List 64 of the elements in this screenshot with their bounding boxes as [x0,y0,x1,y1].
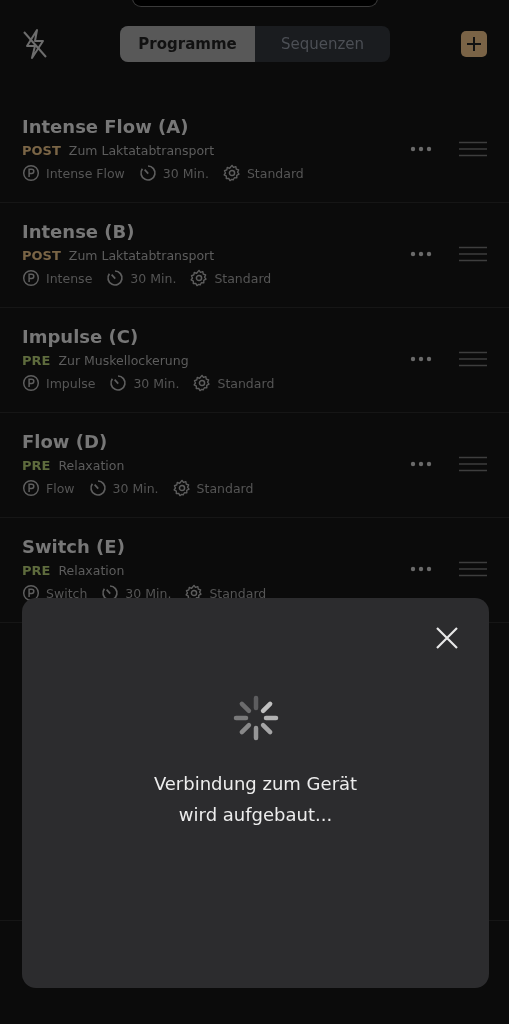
program-name: Impulse [46,375,96,391]
program-icon [22,584,40,602]
program-description: Relaxation [58,563,125,578]
drag-handle-icon[interactable] [459,456,487,472]
drag-handle-icon[interactable] [459,561,487,577]
phase-tag: PRE [22,458,51,473]
program-title: Switch (E) [22,536,126,557]
mode-text: Standard [214,270,272,286]
timer-icon [109,374,128,392]
timer-icon [106,269,125,287]
close-icon[interactable] [435,626,459,650]
more-options-icon[interactable] [410,356,432,362]
add-button[interactable] [461,31,487,57]
program-title: Intense Flow (A) [22,116,190,137]
mode-text: Standard [217,375,275,391]
timer-icon [88,479,107,497]
more-options-icon[interactable] [410,146,432,152]
program-icon [22,164,40,182]
program-row[interactable]: Flow (D) PRE Relaxation Flow 30 Min. Standard [0,413,509,518]
drag-handle-icon[interactable] [459,246,487,262]
timer-icon [138,164,157,182]
phase-tag: POST [22,143,61,158]
program-description: Zum Laktatabtransport [68,143,215,158]
program-description: Zur Muskellockerung [58,353,189,368]
plus-icon [466,36,482,52]
program-row[interactable]: Impulse (C) PRE Zur Muskellockerung Impulse 30 Min. Standard [0,308,509,413]
program-icon [22,479,40,497]
program-row[interactable]: Intense (B) POST Zum Laktatabtransport Intense 30 Min. Standard [0,203,509,308]
program-name: Switch [46,585,88,601]
mode-text: Standard [246,165,304,181]
more-options-icon[interactable] [410,461,432,467]
program-name: Flow [46,480,75,496]
phase-tag: POST [22,248,61,263]
program-icon [22,374,40,392]
program-description: Relaxation [58,458,125,473]
program-title: Impulse (C) [22,326,140,347]
program-description: Zum Laktatabtransport [68,248,215,263]
settings-icon [190,269,209,287]
dialog-message: Verbindung zum Gerät wird aufgebaut... [153,772,358,827]
program-name: Intense [46,270,93,286]
drag-handle-icon[interactable] [459,351,487,367]
lightning-off-icon[interactable] [22,28,48,60]
duration-text: 30 Min. [112,480,159,496]
program-title: Flow (D) [22,431,109,452]
more-options-icon[interactable] [410,251,432,257]
settings-icon [172,479,191,497]
loading-spinner-icon [231,694,280,742]
phase-tag: PRE [22,563,51,578]
duration-text: 30 Min. [162,165,209,181]
duration-text: 30 Min. [130,270,177,286]
program-title: Intense (B) [22,221,136,242]
duration-text: 30 Min. [133,375,180,391]
program-name: Intense Flow [46,165,125,181]
settings-icon [193,374,212,392]
program-icon [22,269,40,287]
program-row[interactable]: Intense Flow (A) POST Zum Laktatabtransport Intense Flow 30 Min. Standard [0,98,509,203]
drag-handle-icon[interactable] [459,141,487,157]
mode-text: Standard [209,585,267,601]
segment-tab[interactable]: Programme [120,26,255,62]
more-options-icon[interactable] [410,566,432,572]
duration-text: 30 Min. [125,585,172,601]
phase-tag: PRE [22,353,51,368]
mode-text: Standard [196,480,254,496]
settings-icon [222,164,241,182]
